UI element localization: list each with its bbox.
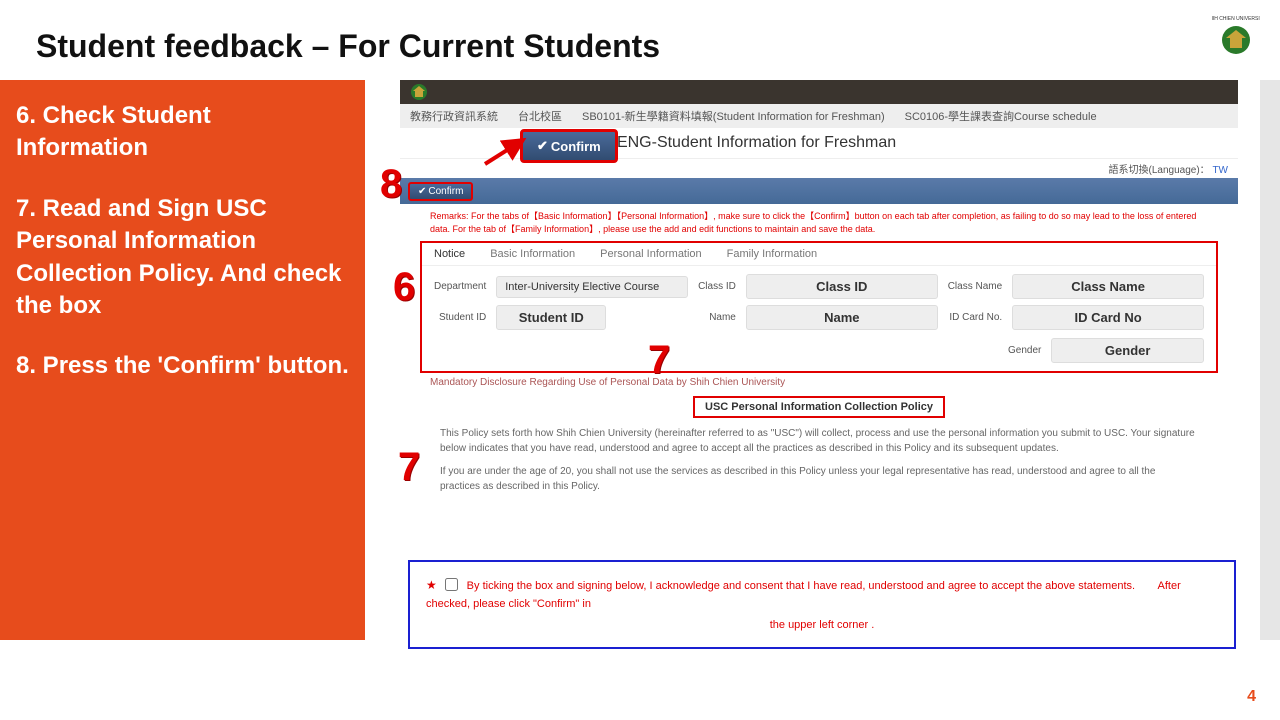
student-id-label: Student ID [434,312,486,323]
policy-title-box: USC Personal Information Collection Poli… [400,396,1238,418]
class-id-label: Class ID [698,281,736,292]
breadcrumb-item[interactable]: 教務行政資訊系統 [410,108,498,124]
confirm-button[interactable]: ✔Confirm [408,182,473,201]
lang-label: 語系切換(Language)： [1109,165,1210,176]
app-top-bar [400,80,1238,104]
name-value: Name [746,305,938,330]
id-card-value: ID Card No [1012,305,1204,330]
page-number: 4 [1247,688,1256,706]
gender-row: Gender Gender [996,338,1216,371]
annotation-8: 8 [380,162,402,207]
policy-paragraph-1: This Policy sets forth how Shih Chien Un… [400,422,1238,460]
tab-family[interactable]: Family Information [727,248,817,260]
id-card-label: ID Card No. [948,312,1002,323]
confirm-label: Confirm [551,139,601,154]
student-id-value: Student ID [496,305,606,330]
consent-hint-2: the upper left corner . [770,619,875,631]
confirm-label: Confirm [428,186,463,197]
arrow-to-confirm-icon [483,136,528,166]
step-6-text: 6. Check Student Information [16,100,349,165]
tab-personal[interactable]: Personal Information [600,248,702,260]
slide-edge [1260,80,1280,640]
dept-value: Inter-University Elective Course [496,276,688,298]
check-icon: ✔ [537,138,548,154]
slide-title: Student feedback – For Current Students [36,28,660,65]
svg-text:SHIH CHIEN UNIVERSITY: SHIH CHIEN UNIVERSITY [1212,16,1260,22]
annotation-6: 6 [393,265,415,310]
required-star-icon: ★ [426,578,437,592]
class-name-label: Class Name [948,281,1002,292]
check-icon: ✔ [418,186,426,197]
class-name-value: Class Name [1012,274,1204,299]
gender-value: Gender [1051,338,1204,363]
tab-notice[interactable]: Notice [434,248,465,260]
confirm-button-callout[interactable]: ✔Confirm [520,129,618,163]
step-7-text: 7. Read and Sign USC Personal Informatio… [16,193,349,323]
consent-checkbox[interactable] [445,578,458,591]
disclosure-heading: Mandatory Disclosure Regarding Use of Pe… [400,373,1238,392]
gender-label: Gender [1008,345,1041,356]
tab-basic[interactable]: Basic Information [490,248,575,260]
university-logo: SHIH CHIEN UNIVERSITY [1212,12,1260,60]
app-logo-icon [410,83,428,101]
breadcrumb-item[interactable]: SC0106-學生課表查詢Course schedule [905,108,1097,124]
name-label: Name [698,312,736,323]
remarks-text: Remarks: For the tabs of【Basic Informati… [400,204,1238,241]
breadcrumb: 教務行政資訊系統 台北校區 SB0101-新生學籍資料填報(Student In… [400,104,1238,128]
class-id-value: Class ID [746,274,938,299]
student-info-card: Notice Basic Information Personal Inform… [420,241,1218,373]
breadcrumb-item[interactable]: 台北校區 [518,108,562,124]
policy-title: USC Personal Information Collection Poli… [693,396,945,418]
instruction-sidebar: 6. Check Student Information 7. Read and… [0,80,365,640]
tabs: Notice Basic Information Personal Inform… [422,243,1216,266]
consent-box: ★ By ticking the box and signing below, … [408,560,1236,649]
fields-grid: Department Inter-University Elective Cou… [422,266,1216,338]
section-header-bar: ✔Confirm [400,178,1238,204]
lang-link-tw[interactable]: TW [1212,165,1228,176]
annotation-7-upper: 7 [648,338,670,383]
breadcrumb-item[interactable]: SB0101-新生學籍資料填報(Student Information for … [582,108,885,124]
step-8-text: 8. Press the 'Confirm' button. [16,350,349,382]
consent-text: By ticking the box and signing below, I … [467,580,1135,592]
policy-paragraph-2: If you are under the age of 20, you shal… [400,460,1238,498]
annotation-7-lower: 7 [398,445,420,490]
dept-label: Department [434,281,486,292]
